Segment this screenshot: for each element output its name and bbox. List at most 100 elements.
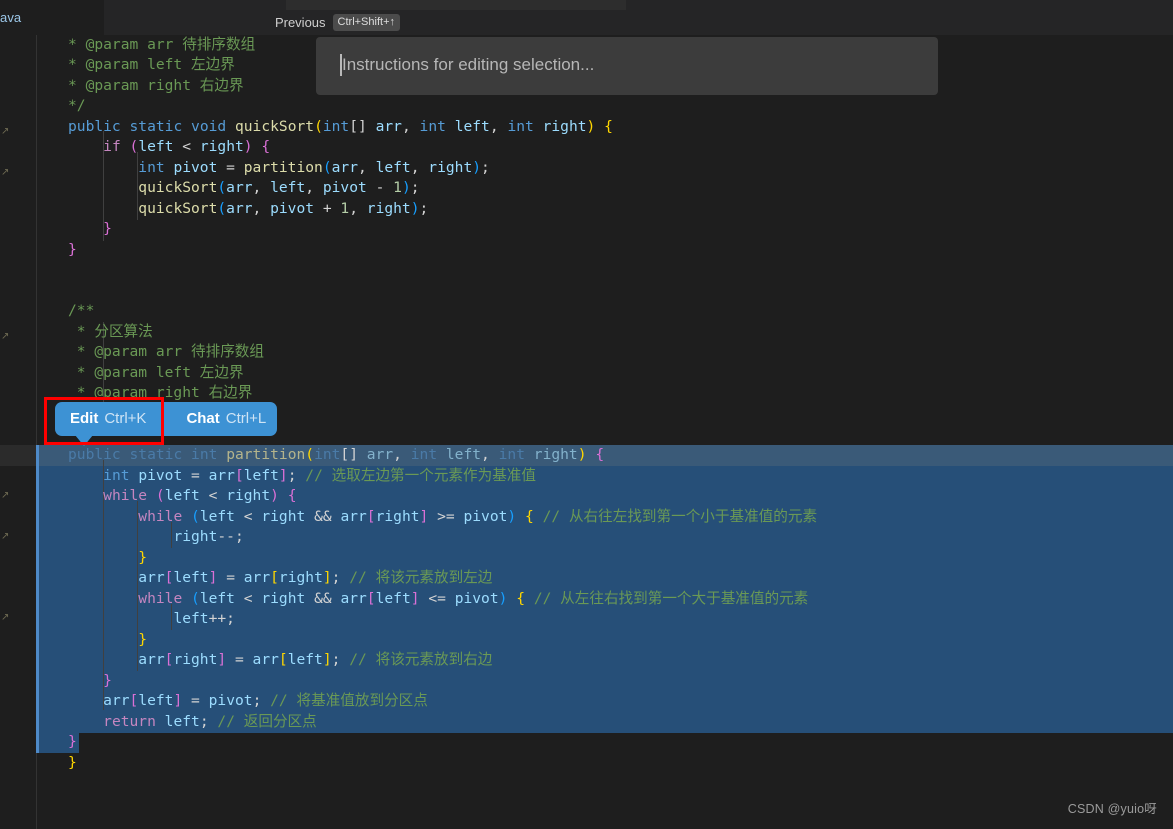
chat-button-label: Chat: [186, 410, 220, 427]
code-token: arr: [243, 569, 271, 586]
code-token: <: [199, 487, 227, 504]
code-line[interactable]: }: [0, 732, 1173, 753]
code-token: ,: [481, 446, 490, 463]
code-line[interactable]: * 分区算法: [0, 322, 1173, 343]
code-line[interactable]: while (left < right && arr[right] >= piv…: [0, 507, 1173, 528]
code-token: right: [173, 651, 218, 668]
code-token: while: [138, 590, 183, 607]
code-token: int: [410, 446, 438, 463]
code-token: [: [234, 467, 244, 484]
code-token: arr: [138, 569, 165, 586]
code-token: quickSort: [138, 179, 218, 196]
code-line[interactable]: public static int partition(int[] arr, i…: [0, 445, 1173, 466]
code-line[interactable]: int pivot = partition(arr, left, right);: [0, 158, 1173, 179]
code-token: (: [129, 138, 139, 155]
code-token: ): [401, 179, 411, 196]
previous-label[interactable]: Previous: [275, 15, 326, 30]
code-line[interactable]: }: [0, 630, 1173, 651]
code-token: {: [595, 446, 605, 463]
code-line[interactable]: public static void quickSort(int[] arr, …: [0, 117, 1173, 138]
code-line[interactable]: [0, 281, 1173, 302]
code-line[interactable]: int pivot = arr[left]; // 选取左边第一个元素作为基准值: [0, 466, 1173, 487]
code-line[interactable]: while (left < right) {: [0, 486, 1173, 507]
code-line[interactable]: }: [0, 753, 1173, 774]
code-line[interactable]: quickSort(arr, left, pivot - 1);: [0, 178, 1173, 199]
code-line[interactable]: * @param right 右边界: [0, 383, 1173, 404]
code-token: left: [199, 590, 235, 607]
code-token: ]: [322, 651, 332, 668]
code-token: }: [138, 631, 148, 648]
code-token: arr: [331, 159, 358, 176]
code-token: ,: [252, 179, 271, 196]
code-token: ++;: [208, 610, 235, 627]
code-token: arr: [340, 590, 367, 607]
code-line[interactable]: left++;: [0, 609, 1173, 630]
code-token: right: [278, 569, 323, 586]
code-line[interactable]: arr[left] = pivot; // 将基准值放到分区点: [0, 691, 1173, 712]
code-token: partition: [226, 446, 306, 463]
code-token: * 分区算法: [68, 323, 153, 340]
code-line[interactable]: if (left < right) {: [0, 137, 1173, 158]
code-token: int: [314, 446, 341, 463]
code-line[interactable]: }: [0, 219, 1173, 240]
code-line[interactable]: */: [0, 96, 1173, 117]
code-token: ;: [199, 713, 209, 730]
code-line[interactable]: }: [0, 548, 1173, 569]
code-token: (: [155, 487, 165, 504]
code-token: // 从右往左找到第一个小于基准值的元素: [533, 508, 818, 525]
code-token: // 从左往右找到第一个大于基准值的元素: [525, 590, 809, 607]
code-line[interactable]: /**: [0, 301, 1173, 322]
code-token: (: [191, 508, 200, 525]
code-token: {: [604, 118, 613, 135]
code-token: ): [270, 487, 279, 504]
edit-instructions-input[interactable]: Instructions for editing selection...: [316, 37, 938, 95]
code-token: <: [234, 508, 262, 525]
code-line[interactable]: * @param arr 待排序数组: [0, 342, 1173, 363]
code-token: arr: [208, 467, 235, 484]
code-token: {: [287, 487, 297, 504]
code-line[interactable]: while (left < right && arr[left] <= pivo…: [0, 589, 1173, 610]
code-token: ,: [357, 159, 376, 176]
code-line[interactable]: return left; // 返回分区点: [0, 712, 1173, 733]
code-token: left: [164, 487, 200, 504]
code-token: ,: [401, 118, 411, 135]
code-token: ,: [393, 446, 402, 463]
code-token: }: [68, 733, 77, 750]
code-token: int: [322, 118, 350, 135]
code-token: <: [173, 138, 200, 155]
code-token: left: [243, 467, 279, 484]
code-token: left: [138, 138, 174, 155]
code-line[interactable]: * @param left 左边界: [0, 363, 1173, 384]
code-line[interactable]: }: [0, 671, 1173, 692]
code-token: ): [586, 118, 596, 135]
code-line[interactable]: }: [0, 240, 1173, 261]
code-line[interactable]: arr[left] = arr[right]; // 将该元素放到左边: [0, 568, 1173, 589]
code-token: right: [261, 590, 306, 607]
code-line[interactable]: quickSort(arr, pivot + 1, right);: [0, 199, 1173, 220]
previous-shortcut-kbd: Ctrl+Shift+↑: [332, 14, 400, 31]
code-token: pivot: [322, 179, 367, 196]
code-token: [: [278, 651, 288, 668]
code-line[interactable]: [0, 260, 1173, 281]
code-token: ,: [349, 200, 367, 217]
chat-button[interactable]: Chat Ctrl+L: [166, 402, 279, 436]
code-line[interactable]: right--;: [0, 527, 1173, 548]
tab-active-file[interactable]: ava: [0, 0, 104, 35]
code-token: // 返回分区点: [208, 713, 317, 730]
code-token: right: [226, 487, 271, 504]
code-token: [: [366, 590, 376, 607]
code-line[interactable]: arr[right] = arr[left]; // 将该元素放到右边: [0, 650, 1173, 671]
